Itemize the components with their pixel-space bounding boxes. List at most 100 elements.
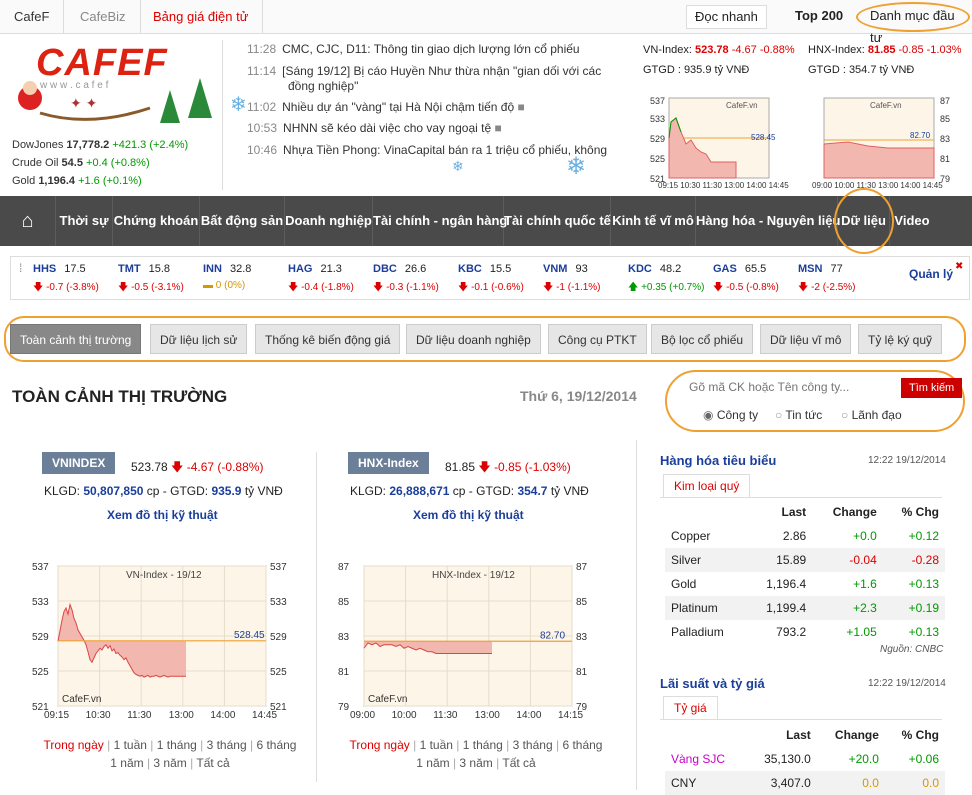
ticker-item-inn[interactable]: INN 32.8 ▬ 0 (0%) bbox=[203, 261, 288, 291]
nav-hang-hoa[interactable]: Hàng hóa - Nguyên liệu bbox=[696, 196, 840, 246]
ticker-item-hag[interactable]: HAG 21.3 🡇 -0.4 (-1.8%) bbox=[288, 261, 373, 297]
search-input[interactable] bbox=[689, 376, 899, 398]
range-7[interactable]: Tất cả bbox=[196, 756, 229, 770]
tab-du-lieu-vi-mo[interactable]: Dữ liệu vĩ mô bbox=[760, 324, 852, 354]
ticker-change: +0.35 (+0.7%) bbox=[641, 282, 705, 293]
cell: -0.28 bbox=[882, 548, 945, 572]
range-1[interactable]: 1 tuần bbox=[420, 738, 453, 752]
tab-ty-le-ky-quy[interactable]: Tỷ lệ ký quỹ bbox=[858, 324, 943, 354]
vnindex-ta-link[interactable]: Xem đồ thị kỹ thuật bbox=[107, 508, 218, 522]
ticker-item-dbc[interactable]: DBC 26.6 🡇 -0.3 (-1.1%) bbox=[373, 261, 458, 297]
ticker-item-vnm[interactable]: VNM 93 🡇 -1 (-1.1%) bbox=[543, 261, 628, 297]
table-row[interactable]: CNY 3,407.0 0.0 0.0 bbox=[665, 771, 945, 795]
hnxindex-ta-link[interactable]: Xem đồ thị kỹ thuật bbox=[413, 508, 524, 522]
vnindex-badge[interactable]: VNINDEX bbox=[42, 452, 116, 474]
svg-text:533: 533 bbox=[650, 114, 665, 124]
home-icon[interactable]: ⌂ bbox=[0, 196, 56, 246]
news-item[interactable]: 11:02 Nhiều dự án "vàng" tại Hà Nội chậm … bbox=[247, 100, 525, 114]
vnindex-chart[interactable]: 09:15 10:30 11:30 13:00 14:00 14:45521 521525 5… bbox=[30, 560, 320, 720]
y-tick-label: 87 bbox=[576, 562, 588, 573]
x-tick-label: 14:00 bbox=[516, 710, 541, 720]
table-row[interactable]: Gold 1,196.4 +1.6 +0.13 bbox=[665, 572, 945, 596]
tab-ty-gia[interactable]: Tỷ giá bbox=[663, 696, 718, 720]
mini-chart-hnx[interactable]: 8785 8381 79 82.70 CafeF.vn 09:00 10:00 … bbox=[808, 92, 972, 192]
nav-bat-dong-san[interactable]: Bất động sản bbox=[200, 196, 285, 246]
down-arrow-icon: 🡇 bbox=[458, 282, 469, 293]
ticker-item-kdc[interactable]: KDC 48.2 🡅 +0.35 (+0.7%) bbox=[628, 261, 713, 297]
commodities-title[interactable]: Hàng hóa tiêu biểu bbox=[660, 453, 776, 468]
table-row[interactable]: Vàng SJC 35,130.0 +20.0 +0.06 bbox=[665, 747, 945, 771]
hnxindex-badge[interactable]: HNX-Index bbox=[348, 452, 429, 474]
range-4[interactable]: 6 tháng bbox=[562, 738, 602, 752]
ticker-price: 93 bbox=[575, 263, 588, 275]
tab-thong-ke[interactable]: Thống kê biến động giá bbox=[255, 324, 401, 354]
range-5[interactable]: 1 năm bbox=[110, 756, 143, 770]
doc-nhanh-button[interactable]: Đọc nhanh bbox=[686, 5, 767, 29]
range-4[interactable]: 6 tháng bbox=[256, 738, 296, 752]
table-row[interactable]: Silver 15.89 -0.04 -0.28 bbox=[665, 548, 945, 572]
range-0[interactable]: Trong ngày bbox=[44, 738, 104, 752]
range-0[interactable]: Trong ngày bbox=[350, 738, 410, 752]
svg-text:529: 529 bbox=[650, 134, 665, 144]
range-2[interactable]: 1 tháng bbox=[463, 738, 503, 752]
range-6[interactable]: 3 năm bbox=[153, 756, 186, 770]
nav-thoi-su[interactable]: Thời sự bbox=[56, 196, 113, 246]
range-6[interactable]: 3 năm bbox=[459, 756, 492, 770]
tab-du-lieu-doanh-nghiep[interactable]: Dữ liệu doanh nghiệp bbox=[406, 324, 541, 354]
search-button[interactable]: Tìm kiếm bbox=[901, 378, 963, 398]
table-row[interactable]: Platinum 1,199.4 +2.3 +0.19 bbox=[665, 596, 945, 620]
tab-bo-loc[interactable]: Bộ lọc cổ phiếu bbox=[651, 324, 754, 354]
nav-tai-chinh-ngan-hang[interactable]: Tài chính - ngân hàng bbox=[373, 196, 507, 246]
nav-video[interactable]: Video bbox=[890, 196, 934, 246]
table-row[interactable]: Palladium 793.2 +1.05 +0.13 bbox=[665, 620, 945, 644]
ticker-item-hhs[interactable]: HHS 17.5 🡇 -0.7 (-3.8%) bbox=[33, 261, 118, 297]
rates-title[interactable]: Lãi suất và tỷ giá bbox=[660, 676, 765, 691]
news-item[interactable]: 10:46 Nhựa Tiền Phong: VinaCapital bán ra… bbox=[247, 143, 607, 157]
hnxindex-chart[interactable]: 09:00 10:00 11:30 13:00 14:00 14:1579 7981 8183… bbox=[336, 560, 626, 720]
cafef-logo[interactable]: CAFEF w w w . c a f e f ✦ ✦ bbox=[10, 38, 215, 138]
cell: +0.12 bbox=[908, 529, 939, 543]
tab-cafebiz[interactable]: CafeBiz bbox=[66, 0, 141, 34]
nav-tai-chinh-quoc-te[interactable]: Tài chính quốc tế bbox=[504, 196, 611, 246]
header-vnindex[interactable]: VN-Index: 523.78 -4.67 -0.88% bbox=[643, 44, 795, 56]
header-hnxindex[interactable]: HNX-Index: 81.85 -0.85 -1.03% bbox=[808, 44, 962, 56]
ticker-manage-link[interactable]: Quản lý bbox=[909, 267, 953, 281]
tab-kim-loai-quy[interactable]: Kim loại quý bbox=[663, 474, 751, 498]
nav-kinh-te-vi-mo[interactable]: Kinh tế vĩ mô bbox=[611, 196, 696, 246]
nav-chung-khoan[interactable]: Chứng khoán bbox=[113, 196, 200, 246]
news-item[interactable]: 11:14 [Sáng 19/12] Bị cáo Huyền Như thừa … bbox=[247, 64, 601, 78]
news-item[interactable]: 10:53 NHNN sẽ kéo dài việc cho vay ngoại … bbox=[247, 121, 502, 135]
radio-lanh-dao[interactable]: ○ Lãnh đạo bbox=[841, 408, 902, 422]
table-row[interactable]: Copper 2.86 +0.0 +0.12 bbox=[665, 524, 945, 548]
market-dowjones: DowJones 17,778.2 +421.3 (+2.4%) bbox=[12, 139, 189, 151]
tab-cafef[interactable]: CafeF bbox=[0, 0, 65, 34]
range-7[interactable]: Tất cả bbox=[502, 756, 535, 770]
cell: +1.6 bbox=[853, 577, 877, 591]
ticker-change: 0 (0%) bbox=[215, 280, 246, 291]
ticker-item-tmt[interactable]: TMT 15.8 🡇 -0.5 (-3.1%) bbox=[118, 261, 203, 297]
tab-du-lieu-lich-su[interactable]: Dữ liệu lịch sử bbox=[150, 324, 248, 354]
ticker-item-gas[interactable]: GAS 65.5 🡇 -0.5 (-0.8%) bbox=[713, 261, 798, 297]
nav-doanh-nghiep[interactable]: Doanh nghiệp bbox=[285, 196, 373, 246]
tab-cong-cu-ptkt[interactable]: Công cụ PTKT bbox=[548, 324, 647, 354]
ticker-item-kbc[interactable]: KBC 15.5 🡇 -0.1 (-0.6%) bbox=[458, 261, 543, 297]
range-3[interactable]: 3 tháng bbox=[513, 738, 553, 752]
vnindex-value: 523.78 bbox=[131, 460, 168, 474]
close-icon[interactable]: ✖ bbox=[955, 261, 963, 272]
cell: +0.13 bbox=[908, 625, 939, 639]
radio-tin-tuc[interactable]: ○ Tin tức bbox=[775, 408, 822, 422]
mini-chart-vn[interactable]: 537533 529525 521 528.45 CafeF.vn 09:15 … bbox=[646, 92, 796, 192]
tab-toan-canh[interactable]: Toàn cảnh thị trường bbox=[10, 324, 142, 354]
radio-cong-ty[interactable]: ◉ Công ty bbox=[703, 408, 758, 422]
range-2[interactable]: 1 tháng bbox=[157, 738, 197, 752]
news-item-cont[interactable]: đồng nghiệp" bbox=[288, 79, 358, 93]
tab-bang-gia[interactable]: Bảng giá điện tử bbox=[139, 0, 264, 34]
range-5[interactable]: 1 năm bbox=[416, 756, 449, 770]
ticker-item-msn[interactable]: MSN 77 🡇 -2 (-2.5%) bbox=[798, 261, 883, 297]
news-item[interactable]: 11:28 CMC, CJC, D11: Thông tin giao dịch … bbox=[247, 42, 580, 56]
range-3[interactable]: 3 tháng bbox=[207, 738, 247, 752]
down-arrow-icon: 🡇 bbox=[478, 460, 491, 474]
range-1[interactable]: 1 tuần bbox=[114, 738, 147, 752]
ticker-left-arrow[interactable]: ⁞ bbox=[19, 261, 22, 275]
top200-button[interactable]: Top 200 bbox=[787, 5, 851, 29]
